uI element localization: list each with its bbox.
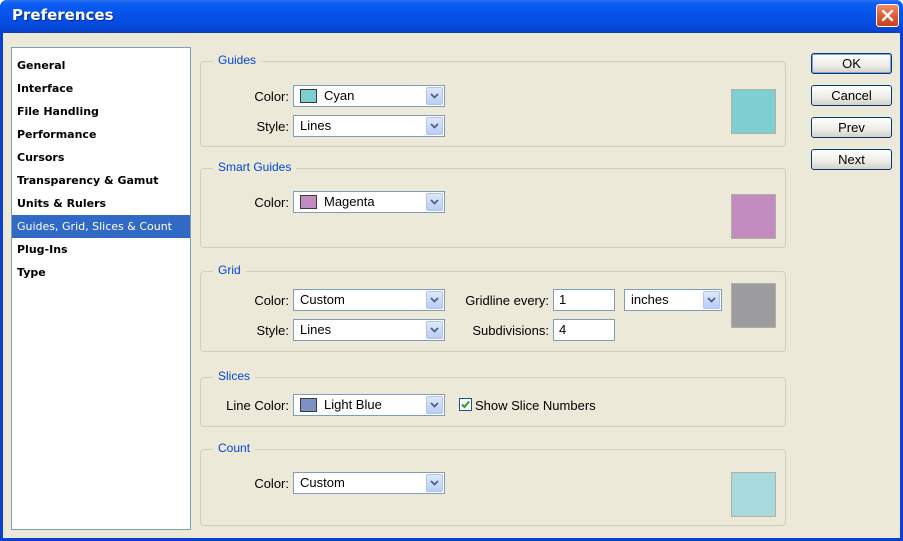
- checkmark-icon: [461, 400, 470, 409]
- slices-group: Slices Line Color: Light Blue Show Slice…: [200, 369, 786, 427]
- guides-color-chip: [300, 89, 317, 103]
- guides-color-select[interactable]: Cyan: [293, 85, 445, 107]
- close-icon: [881, 9, 894, 22]
- preferences-window: Preferences General Interface File Handl…: [0, 0, 903, 541]
- show-slice-numbers-label[interactable]: Show Slice Numbers: [475, 398, 596, 413]
- show-slice-numbers-checkbox[interactable]: [459, 398, 472, 411]
- chevron-down-icon[interactable]: [426, 87, 443, 105]
- sidebar-item-general[interactable]: General: [12, 54, 190, 77]
- subdivisions-input[interactable]: 4: [553, 319, 615, 341]
- ok-button[interactable]: OK: [811, 53, 892, 74]
- gridline-every-input[interactable]: 1: [553, 289, 615, 311]
- sidebar-item-type[interactable]: Type: [12, 261, 190, 284]
- grid-color-value: Custom: [300, 292, 345, 307]
- grid-color-select[interactable]: Custom: [293, 289, 445, 311]
- slices-line-color-chip: [300, 398, 317, 412]
- grid-color-swatch[interactable]: [731, 283, 776, 328]
- guides-style-label: Style:: [256, 119, 289, 134]
- chevron-down-icon[interactable]: [426, 396, 443, 414]
- sidebar-item-transparency-gamut[interactable]: Transparency & Gamut: [12, 169, 190, 192]
- count-color-swatch[interactable]: [731, 472, 776, 517]
- slices-line-color-label: Line Color:: [226, 398, 289, 413]
- sidebar-item-performance[interactable]: Performance: [12, 123, 190, 146]
- guides-color-swatch[interactable]: [731, 89, 776, 134]
- grid-style-label: Style:: [256, 323, 289, 338]
- sidebar-item-units-rulers[interactable]: Units & Rulers: [12, 192, 190, 215]
- sidebar-item-interface[interactable]: Interface: [12, 77, 190, 100]
- guides-group: Guides Color: Cyan Style: Lines: [200, 53, 786, 147]
- prev-button[interactable]: Prev: [811, 117, 892, 138]
- guides-legend: Guides: [213, 53, 262, 67]
- chevron-down-icon[interactable]: [426, 193, 443, 211]
- guides-style-select[interactable]: Lines: [293, 115, 445, 137]
- gridline-unit-select[interactable]: inches: [624, 289, 722, 311]
- grid-group: Grid Color: Custom Style: Lines Gridline…: [200, 263, 786, 352]
- chevron-down-icon[interactable]: [703, 291, 720, 309]
- chevron-down-icon[interactable]: [426, 474, 443, 492]
- grid-style-select[interactable]: Lines: [293, 319, 445, 341]
- smart-guides-group: Smart Guides Color: Magenta: [200, 160, 786, 248]
- grid-color-label: Color:: [254, 293, 289, 308]
- grid-style-value: Lines: [300, 322, 332, 337]
- count-legend: Count: [213, 441, 256, 455]
- guides-style-value: Lines: [300, 118, 332, 133]
- sidebar-item-guides-grid-slices-count[interactable]: Guides, Grid, Slices & Count: [12, 215, 190, 238]
- smart-guides-color-swatch[interactable]: [731, 194, 776, 239]
- slices-line-color-select[interactable]: Light Blue: [293, 394, 445, 416]
- smart-guides-color-value: Magenta: [324, 194, 375, 209]
- window-title: Preferences: [12, 6, 114, 24]
- smart-guides-legend: Smart Guides: [213, 160, 297, 174]
- count-color-value: Custom: [300, 475, 345, 490]
- chevron-down-icon[interactable]: [426, 291, 443, 309]
- count-color-select[interactable]: Custom: [293, 472, 445, 494]
- guides-color-value: Cyan: [324, 88, 355, 103]
- count-group: Count Color: Custom: [200, 441, 786, 526]
- close-button[interactable]: [876, 4, 899, 27]
- dialog-body: General Interface File Handling Performa…: [3, 33, 900, 538]
- sidebar-item-plug-ins[interactable]: Plug-Ins: [12, 238, 190, 261]
- category-list[interactable]: General Interface File Handling Performa…: [11, 47, 191, 530]
- smart-guides-color-label: Color:: [254, 195, 289, 210]
- sidebar-item-file-handling[interactable]: File Handling: [12, 100, 190, 123]
- slices-legend: Slices: [213, 369, 256, 383]
- smart-guides-color-chip: [300, 195, 317, 209]
- grid-legend: Grid: [213, 263, 246, 277]
- gridline-unit-value: inches: [631, 292, 669, 307]
- chevron-down-icon[interactable]: [426, 117, 443, 135]
- cancel-button[interactable]: Cancel: [811, 85, 892, 106]
- smart-guides-color-select[interactable]: Magenta: [293, 191, 445, 213]
- slices-line-color-value: Light Blue: [324, 397, 382, 412]
- gridline-every-label: Gridline every:: [465, 293, 549, 308]
- next-button[interactable]: Next: [811, 149, 892, 170]
- subdivisions-label: Subdivisions:: [472, 323, 549, 338]
- title-bar[interactable]: Preferences: [0, 0, 903, 33]
- chevron-down-icon[interactable]: [426, 321, 443, 339]
- guides-color-label: Color:: [254, 89, 289, 104]
- count-color-label: Color:: [254, 476, 289, 491]
- sidebar-item-cursors[interactable]: Cursors: [12, 146, 190, 169]
